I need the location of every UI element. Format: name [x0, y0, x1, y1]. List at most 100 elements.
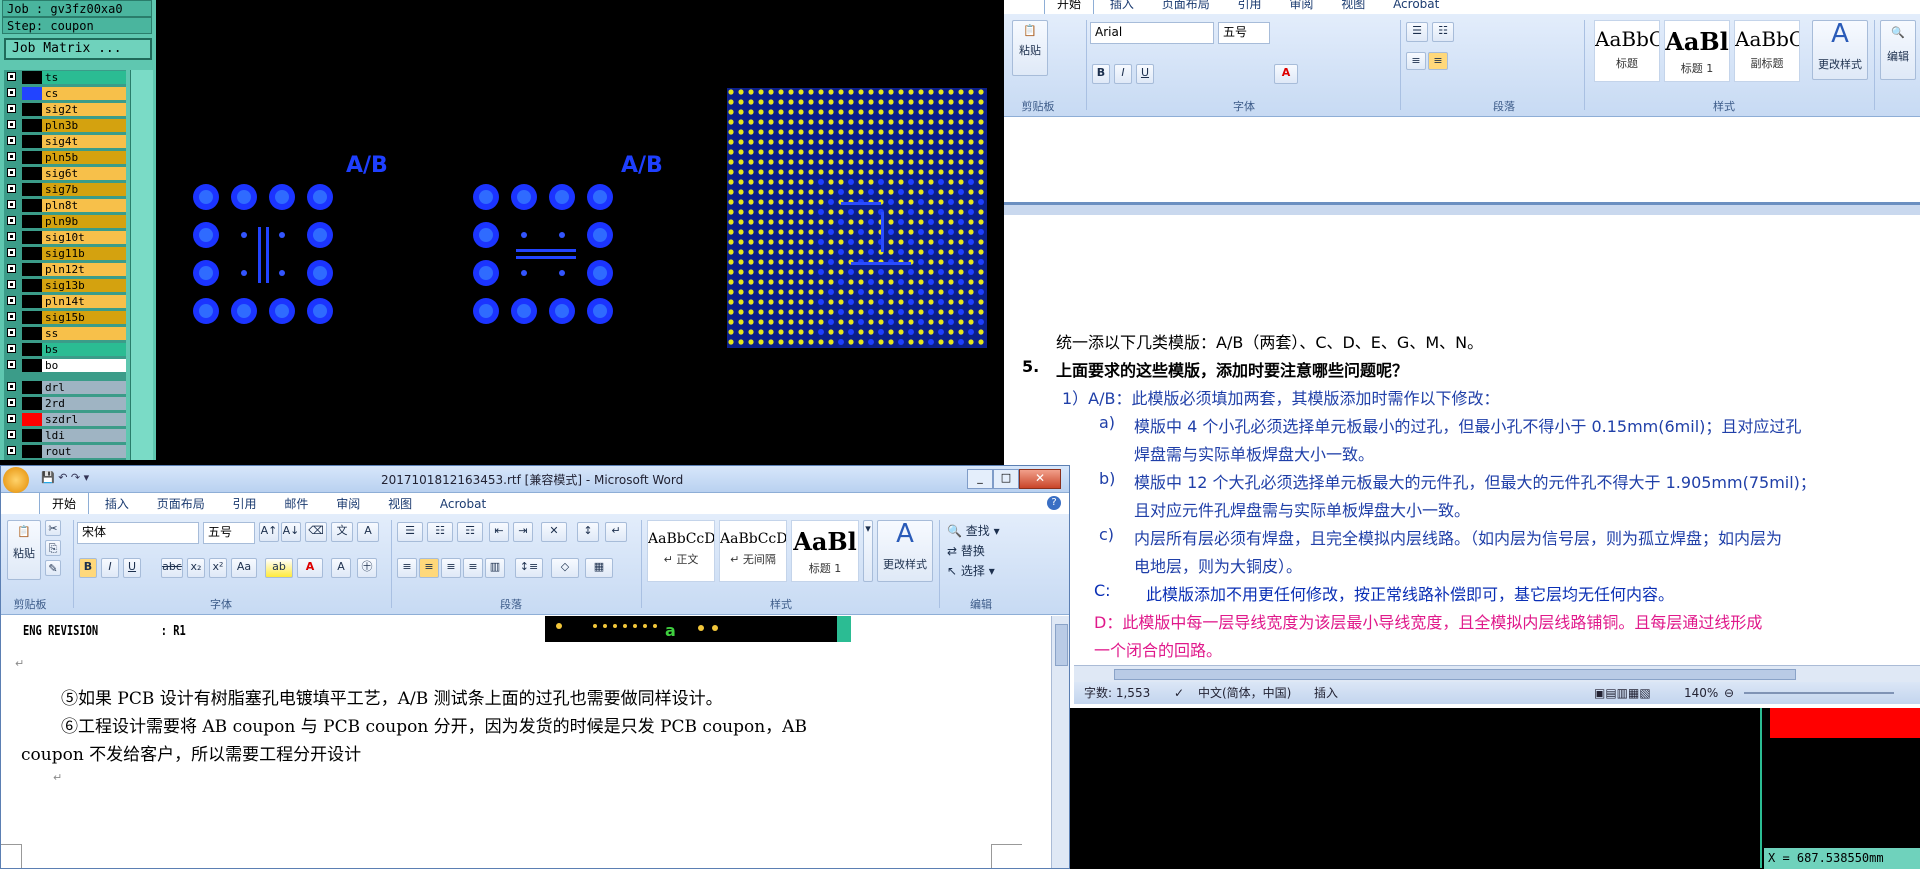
bullets-button-back[interactable]: ☰ — [1406, 22, 1428, 42]
layer-color-swatch[interactable] — [22, 135, 42, 148]
vertical-scrollbar-front[interactable] — [1051, 616, 1069, 868]
layer-row[interactable]: ts — [4, 70, 126, 85]
layer-checkbox[interactable] — [7, 312, 16, 321]
layer-row[interactable]: ss — [4, 326, 126, 341]
layer-color-swatch[interactable] — [22, 103, 42, 116]
layer-row[interactable]: sig6t — [4, 166, 126, 181]
tab-references[interactable]: 引用 — [221, 493, 269, 515]
tab-layout-back[interactable]: 页面布局 — [1150, 0, 1222, 15]
layer-name[interactable]: rout — [42, 445, 126, 458]
layer-checkbox[interactable] — [7, 120, 16, 129]
cam-canvas[interactable]: A/B A/B — [156, 0, 1004, 460]
phonetic-button[interactable]: 文 — [331, 522, 353, 542]
layer-row[interactable]: drl — [4, 380, 126, 395]
layer-row[interactable]: sig4t — [4, 134, 126, 149]
decrease-indent-button[interactable]: ⇤ — [489, 522, 509, 542]
layer-name[interactable]: bo — [42, 359, 126, 372]
highlight-button[interactable]: ab — [265, 558, 293, 578]
layer-row[interactable]: pln9b — [4, 214, 126, 229]
layer-name[interactable]: pln12t — [42, 263, 126, 276]
layer-color-swatch[interactable] — [22, 311, 42, 324]
layer-row[interactable]: sig13b — [4, 278, 126, 293]
font-size-combo[interactable]: 五号 — [203, 522, 255, 544]
insert-mode-status[interactable]: 插入 — [1314, 682, 1338, 704]
borders-button[interactable]: ▦ — [585, 558, 613, 578]
layer-name[interactable]: sig15b — [42, 311, 126, 324]
layer-color-swatch[interactable] — [22, 327, 42, 340]
layer-color-swatch[interactable] — [22, 445, 42, 458]
font-color-button-back[interactable]: A — [1274, 64, 1298, 84]
language-status[interactable]: 中文(简体，中国) — [1198, 682, 1291, 704]
increase-indent-button[interactable]: ⇥ — [513, 522, 533, 542]
layer-row[interactable]: sig11b — [4, 246, 126, 261]
replace-button[interactable]: ⇄ 替换 — [947, 542, 985, 559]
layer-color-swatch[interactable] — [22, 167, 42, 180]
layer-checkbox[interactable] — [7, 430, 16, 439]
maximize-button[interactable]: □ — [993, 469, 1019, 489]
layer-name[interactable]: cs — [42, 87, 126, 100]
layer-name[interactable]: pln14t — [42, 295, 126, 308]
bold-button[interactable]: B — [79, 558, 97, 578]
sort-button[interactable]: ↕ — [577, 522, 599, 542]
numbering-button[interactable]: ☷ — [427, 522, 453, 542]
layer-row[interactable]: 2rd — [4, 396, 126, 411]
office-button[interactable] — [3, 467, 29, 493]
tab-mailings[interactable]: 邮件 — [272, 493, 320, 515]
layer-checkbox[interactable] — [7, 216, 16, 225]
layer-row[interactable]: ldi — [4, 428, 126, 443]
show-marks-button[interactable]: ↵ — [605, 522, 627, 542]
front-document-page[interactable]: ENG REVISION : R1 a ↵ ⑤如果 PCB 设计有树脂塞孔电镀填… — [1, 616, 1051, 868]
spelling-icon[interactable]: ✓ — [1174, 682, 1184, 704]
cut-icon[interactable]: ✂ — [45, 520, 61, 536]
paste-button[interactable]: 📋 粘贴 — [7, 520, 41, 580]
tab-view[interactable]: 视图 — [376, 493, 424, 515]
grow-font-button[interactable]: A↑ — [259, 522, 279, 542]
layer-name[interactable]: pln8t — [42, 199, 126, 212]
tab-insert-back[interactable]: 插入 — [1098, 0, 1146, 15]
layer-color-swatch[interactable] — [22, 295, 42, 308]
format-painter-icon[interactable]: ✎ — [45, 560, 61, 576]
line-spacing-button[interactable]: ↕≡ — [515, 558, 543, 578]
justify-button[interactable]: ≡ — [463, 558, 483, 578]
char-shading-button[interactable]: A — [331, 558, 351, 578]
asian-layout-button[interactable]: ✕ — [541, 522, 567, 542]
tab-review[interactable]: 审阅 — [324, 493, 372, 515]
layer-checkbox[interactable] — [7, 232, 16, 241]
layer-color-swatch[interactable] — [22, 183, 42, 196]
layer-row[interactable]: cs — [4, 86, 126, 101]
style-heading1-back[interactable]: AaBl 标题 1 — [1664, 20, 1730, 82]
quick-access-toolbar[interactable]: 💾 ↶ ↷ ▾ — [41, 471, 89, 484]
layer-checkbox[interactable] — [7, 264, 16, 273]
zoom-level[interactable]: 140% — [1684, 682, 1718, 704]
italic-button-back[interactable]: I — [1114, 64, 1132, 84]
align-left-button[interactable]: ≡ — [397, 558, 417, 578]
edit-button-back[interactable]: 🔍 编辑 — [1880, 20, 1916, 80]
tab-page-layout[interactable]: 页面布局 — [145, 493, 217, 515]
layer-checkbox[interactable] — [7, 328, 16, 337]
layer-color-swatch[interactable] — [22, 199, 42, 212]
tab-view-back[interactable]: 视图 — [1329, 0, 1377, 15]
style-heading-1[interactable]: AaBl 标题 1 — [791, 520, 859, 582]
change-styles-button[interactable]: A 更改样式 — [877, 520, 933, 582]
superscript-button[interactable]: x² — [209, 558, 227, 578]
align-center-button[interactable]: ≡ — [419, 558, 439, 578]
layer-row[interactable]: pln5b — [4, 150, 126, 165]
layer-color-swatch[interactable] — [22, 87, 42, 100]
shrink-font-button[interactable]: A↓ — [281, 522, 301, 542]
layer-checkbox[interactable] — [7, 200, 16, 209]
view-buttons[interactable]: ▣▤▥▦▧ — [1594, 682, 1651, 704]
layer-row[interactable]: sig15b — [4, 310, 126, 325]
enclose-char-button[interactable]: ㊉ — [357, 558, 377, 578]
layer-checkbox[interactable] — [7, 360, 16, 369]
style-subtitle-back[interactable]: AaBbC(副标题 — [1734, 20, 1800, 82]
layer-name[interactable]: pln5b — [42, 151, 126, 164]
layer-row[interactable]: pln8t — [4, 198, 126, 213]
copy-icon[interactable]: ⎘ — [45, 540, 61, 556]
layer-checkbox[interactable] — [7, 446, 16, 455]
layer-name[interactable]: sig10t — [42, 231, 126, 244]
font-size-combo-back[interactable]: 五号 — [1218, 22, 1270, 44]
layer-checkbox[interactable] — [7, 184, 16, 193]
layer-row[interactable]: sig7b — [4, 182, 126, 197]
layer-name[interactable]: sig7b — [42, 183, 126, 196]
font-name-combo[interactable]: 宋体 — [77, 522, 199, 544]
